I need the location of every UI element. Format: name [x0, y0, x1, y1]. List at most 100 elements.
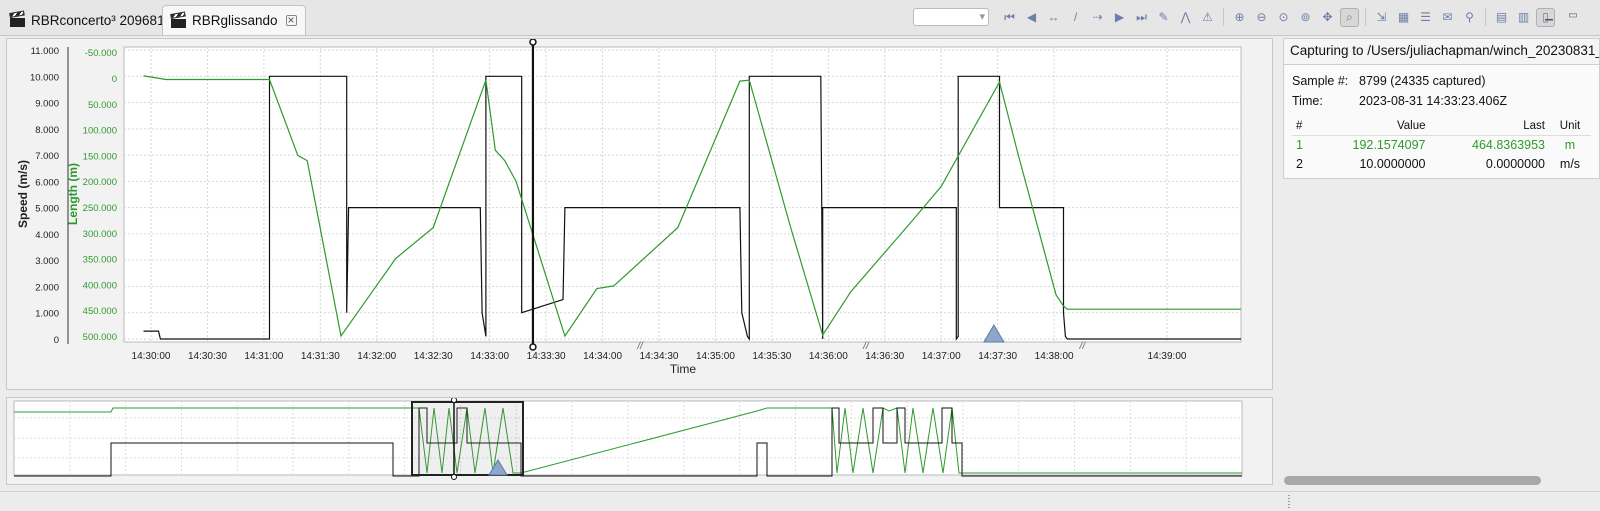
tab-label: RBRglissando: [192, 13, 278, 28]
magic-wand-icon[interactable]: ✎: [1154, 8, 1173, 27]
y-left-tick-label: 11.000: [31, 46, 59, 57]
zoom-reset-icon[interactable]: ⊚: [1296, 8, 1315, 27]
y-left-tick-label: 1.000: [35, 309, 59, 320]
y-right-tick-label: 250.000: [83, 203, 117, 214]
channel-last: 464.8363953: [1472, 137, 1545, 152]
gap-marker: //: [1079, 341, 1087, 352]
channel-unit: m/s: [1559, 156, 1581, 171]
pin-icon[interactable]: ⚲: [1460, 8, 1479, 27]
cursor-handle: [451, 474, 457, 480]
y-left-tick-label: 3.000: [35, 256, 59, 267]
x-tick-label: 14:33:00: [470, 351, 509, 362]
tab-rbrconcerto[interactable]: RBRconcerto³ 209681: [2, 5, 173, 35]
email-icon[interactable]: ✉: [1438, 8, 1457, 27]
y-right-tick-label: -50.000: [85, 48, 117, 59]
export-icon[interactable]: ⇲: [1372, 8, 1391, 27]
next-icon[interactable]: ▶: [1110, 8, 1129, 27]
y-right-tick-label: 150.000: [83, 151, 117, 162]
table-row[interactable]: 2 10.0000000 0.0000000 m/s: [1292, 154, 1591, 173]
zoom-in-icon[interactable]: ⊕: [1230, 8, 1249, 27]
overview-viewport: [411, 401, 524, 476]
zoom-all-icon[interactable]: ✥: [1318, 8, 1337, 27]
sample-row: Sample #: 8799 (24335 captured): [1292, 71, 1591, 91]
y-right-tick-label: 100.000: [83, 126, 117, 137]
y-right-tick-label: 350.000: [83, 255, 117, 266]
first-icon[interactable]: ⏮: [1000, 8, 1019, 27]
zoom-x-icon[interactable]: ↔: [1044, 8, 1063, 27]
sample-label: Sample #:: [1292, 74, 1349, 88]
scroll-thumb[interactable]: [1284, 476, 1541, 485]
list-icon[interactable]: ☰: [1416, 8, 1435, 27]
maximize-icon[interactable]: ▭: [1564, 9, 1582, 25]
horizontal-scrollbar[interactable]: [1283, 474, 1600, 488]
x-tick-label: 14:36:00: [809, 351, 848, 362]
zoom-y-icon[interactable]: ⇢: [1088, 8, 1107, 27]
x-tick-label: 14:30:00: [132, 351, 171, 362]
cursor-handle: [451, 397, 457, 403]
channel-value: 192.1574097: [1352, 137, 1426, 152]
cursor-handle: [529, 343, 537, 351]
x-tick-label: 14:39:00: [1148, 351, 1187, 362]
prev-icon[interactable]: ◀: [1022, 8, 1041, 27]
y-left-tick-label: 6.000: [35, 177, 59, 188]
last-icon[interactable]: ⏭: [1132, 8, 1151, 27]
y-left-tick-label: 7.000: [35, 151, 59, 162]
cursor-handle: [529, 38, 537, 46]
column-header[interactable]: Value: [1310, 117, 1430, 136]
y-left-axis-label: Speed (m/s): [16, 160, 30, 228]
chart-toolbar: ⏮ ◀ ↔ / ⇢ ▶ ⏭ ✎ ⋀ ⚠ ⊕ ⊖ ⊙ ⊚ ✥ ⌕ ⇲ ▦ ☰ ✉ …: [913, 6, 1555, 28]
y-right-tick-label: 50.000: [88, 100, 117, 111]
minimize-icon[interactable]: ▁: [1540, 9, 1558, 25]
clapperboard-icon: [9, 10, 25, 27]
main-chart[interactable]: 11.000 10.000 9.000 8.000 7.000 6.000 5.000 4.0…: [7, 38, 1274, 391]
peaks-icon[interactable]: ⋀: [1176, 8, 1195, 27]
y-left-tick-label: 9.000: [35, 99, 59, 110]
zoom-fit-icon[interactable]: ⊙: [1274, 8, 1293, 27]
y-right-tick-label: 500.000: [83, 332, 117, 343]
column-header[interactable]: Unit: [1549, 117, 1591, 136]
column-header[interactable]: Last: [1429, 117, 1549, 136]
y-right-tick-label: 300.000: [83, 229, 117, 240]
main-chart-panel[interactable]: 11.000 10.000 9.000 8.000 7.000 6.000 5.000 4.0…: [6, 38, 1273, 390]
overview-chart[interactable]: [7, 397, 1274, 486]
layout-icon[interactable]: ▦: [1394, 8, 1413, 27]
tab-rbrglissando[interactable]: RBRglissando ×: [162, 5, 306, 35]
channel-table: # Value Last Unit 1 192.1574097 464.8363…: [1292, 117, 1591, 173]
x-tick-label: 14:34:30: [640, 351, 679, 362]
status-bar: [0, 491, 1600, 511]
table-row[interactable]: 1 192.1574097 464.8363953 m: [1292, 135, 1591, 154]
y-left-tick-label: 0: [54, 335, 59, 346]
x-tick-label: 14:36:30: [865, 351, 904, 362]
x-tick-label: 14:38:00: [1035, 351, 1074, 362]
toolbar-separator: [1223, 8, 1224, 26]
x-tick-label: 14:35:00: [696, 351, 735, 362]
channel-number: 2: [1296, 156, 1303, 171]
warning-icon[interactable]: ⚠: [1198, 8, 1217, 27]
channel-value: 10.0000000: [1359, 156, 1426, 171]
x-tick-label: 14:31:30: [301, 351, 340, 362]
grip-icon: [1288, 495, 1290, 509]
x-tick-label: 14:32:30: [414, 351, 453, 362]
time-row: Time: 2023-08-31 14:33:23.406Z: [1292, 91, 1591, 111]
x-tick-label: 14:34:00: [583, 351, 622, 362]
plot-area: [123, 46, 1242, 343]
x-tick-label: 14:32:00: [357, 351, 396, 362]
auto-zoom-icon[interactable]: ⌕: [1340, 7, 1359, 27]
zoom-out-icon[interactable]: ⊖: [1252, 8, 1271, 27]
y-right-axis-label: Length (m): [66, 163, 80, 225]
column-header[interactable]: #: [1292, 117, 1310, 136]
split-icon[interactable]: ▥: [1514, 8, 1533, 27]
time-range-select[interactable]: [913, 8, 989, 26]
clapperboard-icon: [170, 10, 186, 28]
sample-value: 8799 (24335 captured): [1359, 74, 1486, 88]
y-left-tick-label: 2.000: [35, 282, 59, 293]
panel-icon[interactable]: ▤: [1492, 8, 1511, 27]
capture-title: Capturing to /Users/juliachapman/winch_2…: [1283, 38, 1600, 64]
time-value: 2023-08-31 14:33:23.406Z: [1359, 94, 1508, 108]
slash-icon[interactable]: /: [1066, 8, 1085, 27]
capture-details: Sample #: 8799 (24335 captured) Time: 20…: [1283, 64, 1600, 179]
overview-chart-panel[interactable]: [6, 397, 1273, 485]
close-icon[interactable]: ×: [285, 14, 297, 26]
x-tick-label: 14:37:00: [922, 351, 961, 362]
y-left-tick-label: 8.000: [35, 125, 59, 136]
